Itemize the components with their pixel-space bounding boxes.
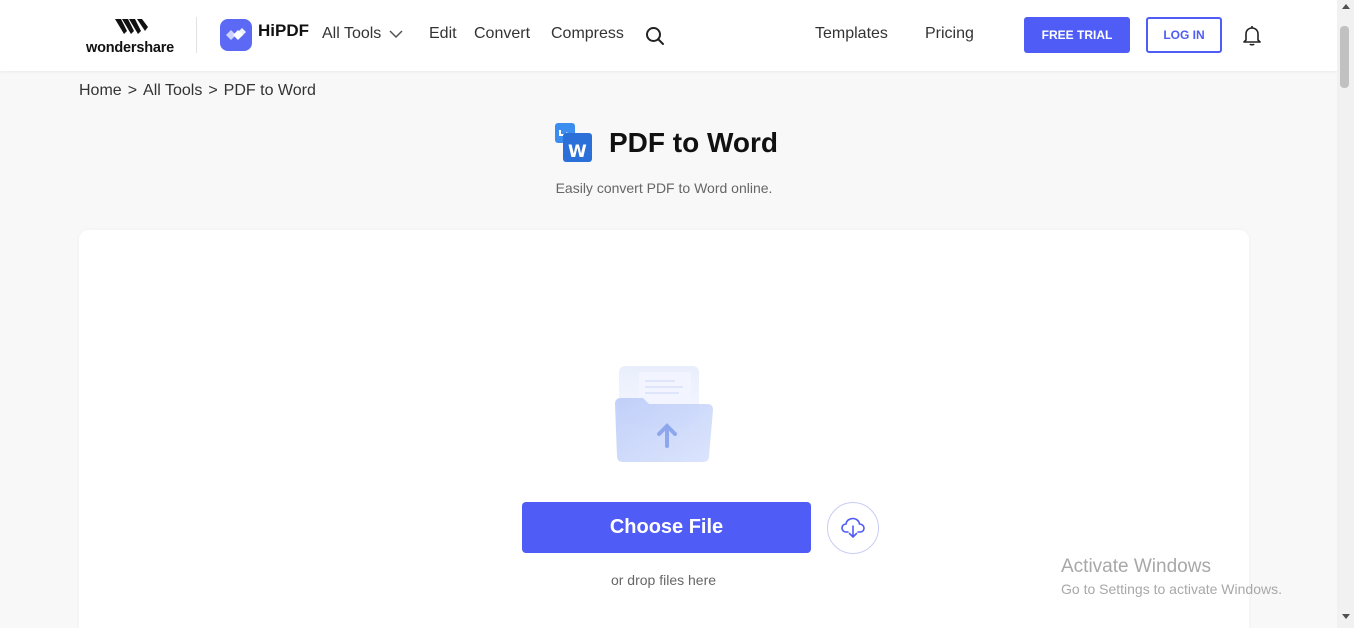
wondershare-logo-icon (115, 19, 148, 34)
nav-compress[interactable]: Compress (551, 25, 624, 43)
breadcrumb-all-tools[interactable]: All Tools (143, 82, 202, 100)
page-subtitle: Easily convert PDF to Word online. (555, 180, 773, 196)
cloud-download-icon (841, 517, 865, 539)
watermark-title: Activate Windows (1061, 556, 1211, 577)
hipdf-logo[interactable]: HiPDF (220, 19, 309, 51)
choose-file-button[interactable]: Choose File (522, 502, 811, 553)
folder-upload-icon (615, 366, 713, 462)
nav-convert[interactable]: Convert (474, 25, 530, 43)
header-divider (196, 17, 197, 53)
free-trial-button[interactable]: FREE TRIAL (1024, 17, 1130, 53)
nav-templates[interactable]: Templates (815, 25, 888, 43)
breadcrumb-separator: > (127, 82, 138, 99)
scroll-down-arrow[interactable] (1342, 614, 1350, 619)
hipdf-wordmark: HiPDF (258, 21, 309, 40)
breadcrumb: Home > All Tools > PDF to Word (79, 82, 316, 100)
hipdf-logo-icon (220, 19, 252, 51)
nav-pricing[interactable]: Pricing (925, 25, 974, 43)
nav-all-tools-label: All Tools (322, 25, 382, 42)
drop-files-hint: or drop files here (610, 572, 717, 588)
nav-edit[interactable]: Edit (429, 25, 457, 43)
wondershare-wordmark: wondershare (86, 40, 175, 56)
breadcrumb-separator: > (208, 82, 218, 99)
breadcrumb-home[interactable]: Home (79, 82, 122, 100)
top-navbar: wondershare HiPDF All Tools Edit Convert… (0, 0, 1337, 71)
wondershare-logo[interactable]: wondershare (86, 16, 180, 58)
page-scrollbar[interactable] (1337, 0, 1354, 628)
page-title: PDF to Word (609, 127, 779, 158)
log-in-button[interactable]: LOG IN (1146, 17, 1222, 53)
search-icon[interactable] (645, 26, 665, 46)
scroll-up-arrow[interactable] (1342, 4, 1350, 9)
activate-windows-watermark: Activate Windows Go to Settings to activ… (1061, 556, 1282, 597)
pdf-to-word-icon: W (555, 123, 592, 162)
breadcrumb-current: PDF to Word (223, 82, 316, 99)
cloud-upload-button[interactable] (827, 502, 879, 554)
page-heading: W PDF to Word (555, 123, 778, 163)
scroll-thumb[interactable] (1340, 26, 1349, 88)
nav-all-tools[interactable]: All Tools (322, 25, 403, 43)
watermark-subtitle: Go to Settings to activate Windows. (1061, 581, 1282, 597)
bell-icon[interactable] (1243, 25, 1261, 46)
svg-text:W: W (568, 142, 587, 162)
chevron-down-icon (389, 30, 403, 38)
